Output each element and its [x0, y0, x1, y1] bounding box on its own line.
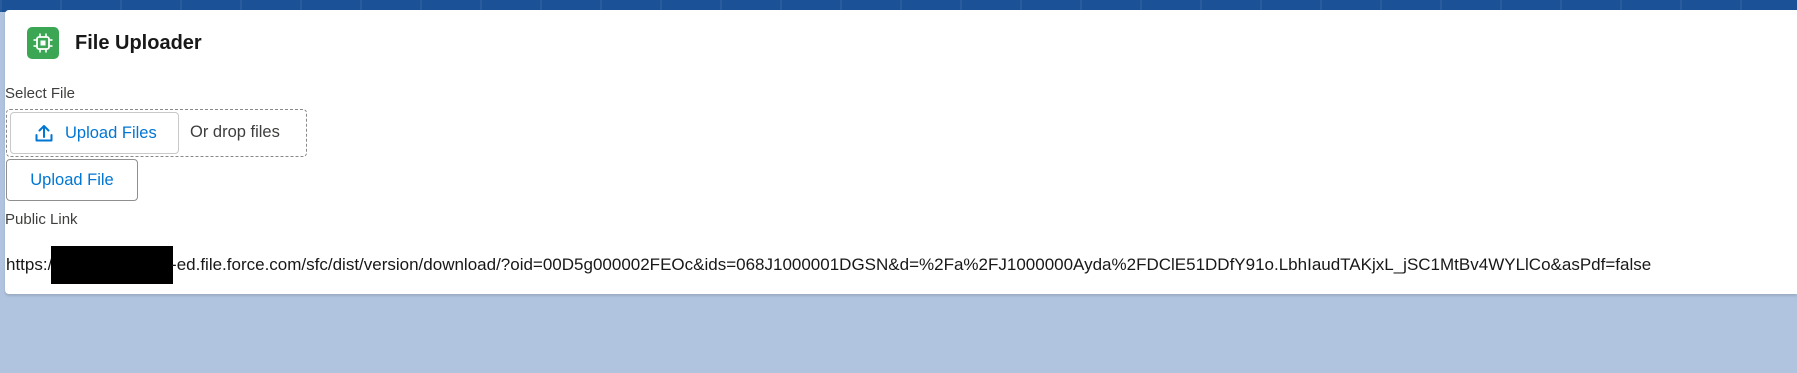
upload-files-button[interactable]: Upload Files [10, 112, 179, 154]
public-link-suffix: -ed.file.force.com/sfc/dist/version/down… [171, 255, 1652, 274]
public-link-value[interactable]: https:// -ed.file.force.com/sfc/dist/ver… [6, 246, 1651, 284]
file-dropzone[interactable]: Upload Files Or drop files [6, 109, 307, 157]
upload-icon [33, 122, 55, 144]
public-link-label: Public Link [5, 211, 78, 228]
upload-files-label: Upload Files [65, 123, 157, 142]
upload-file-button[interactable]: Upload File [6, 159, 138, 201]
select-file-label: Select File [5, 85, 76, 102]
public-link-prefix: https:// [6, 255, 58, 274]
card-title: File Uploader [75, 31, 202, 54]
drop-files-text: Or drop files [190, 123, 280, 141]
file-uploader-card: File Uploader Select File Upload Files O… [5, 10, 1797, 294]
redacted-block [51, 246, 174, 284]
card-header: File Uploader [27, 27, 202, 59]
chip-icon [27, 27, 59, 59]
